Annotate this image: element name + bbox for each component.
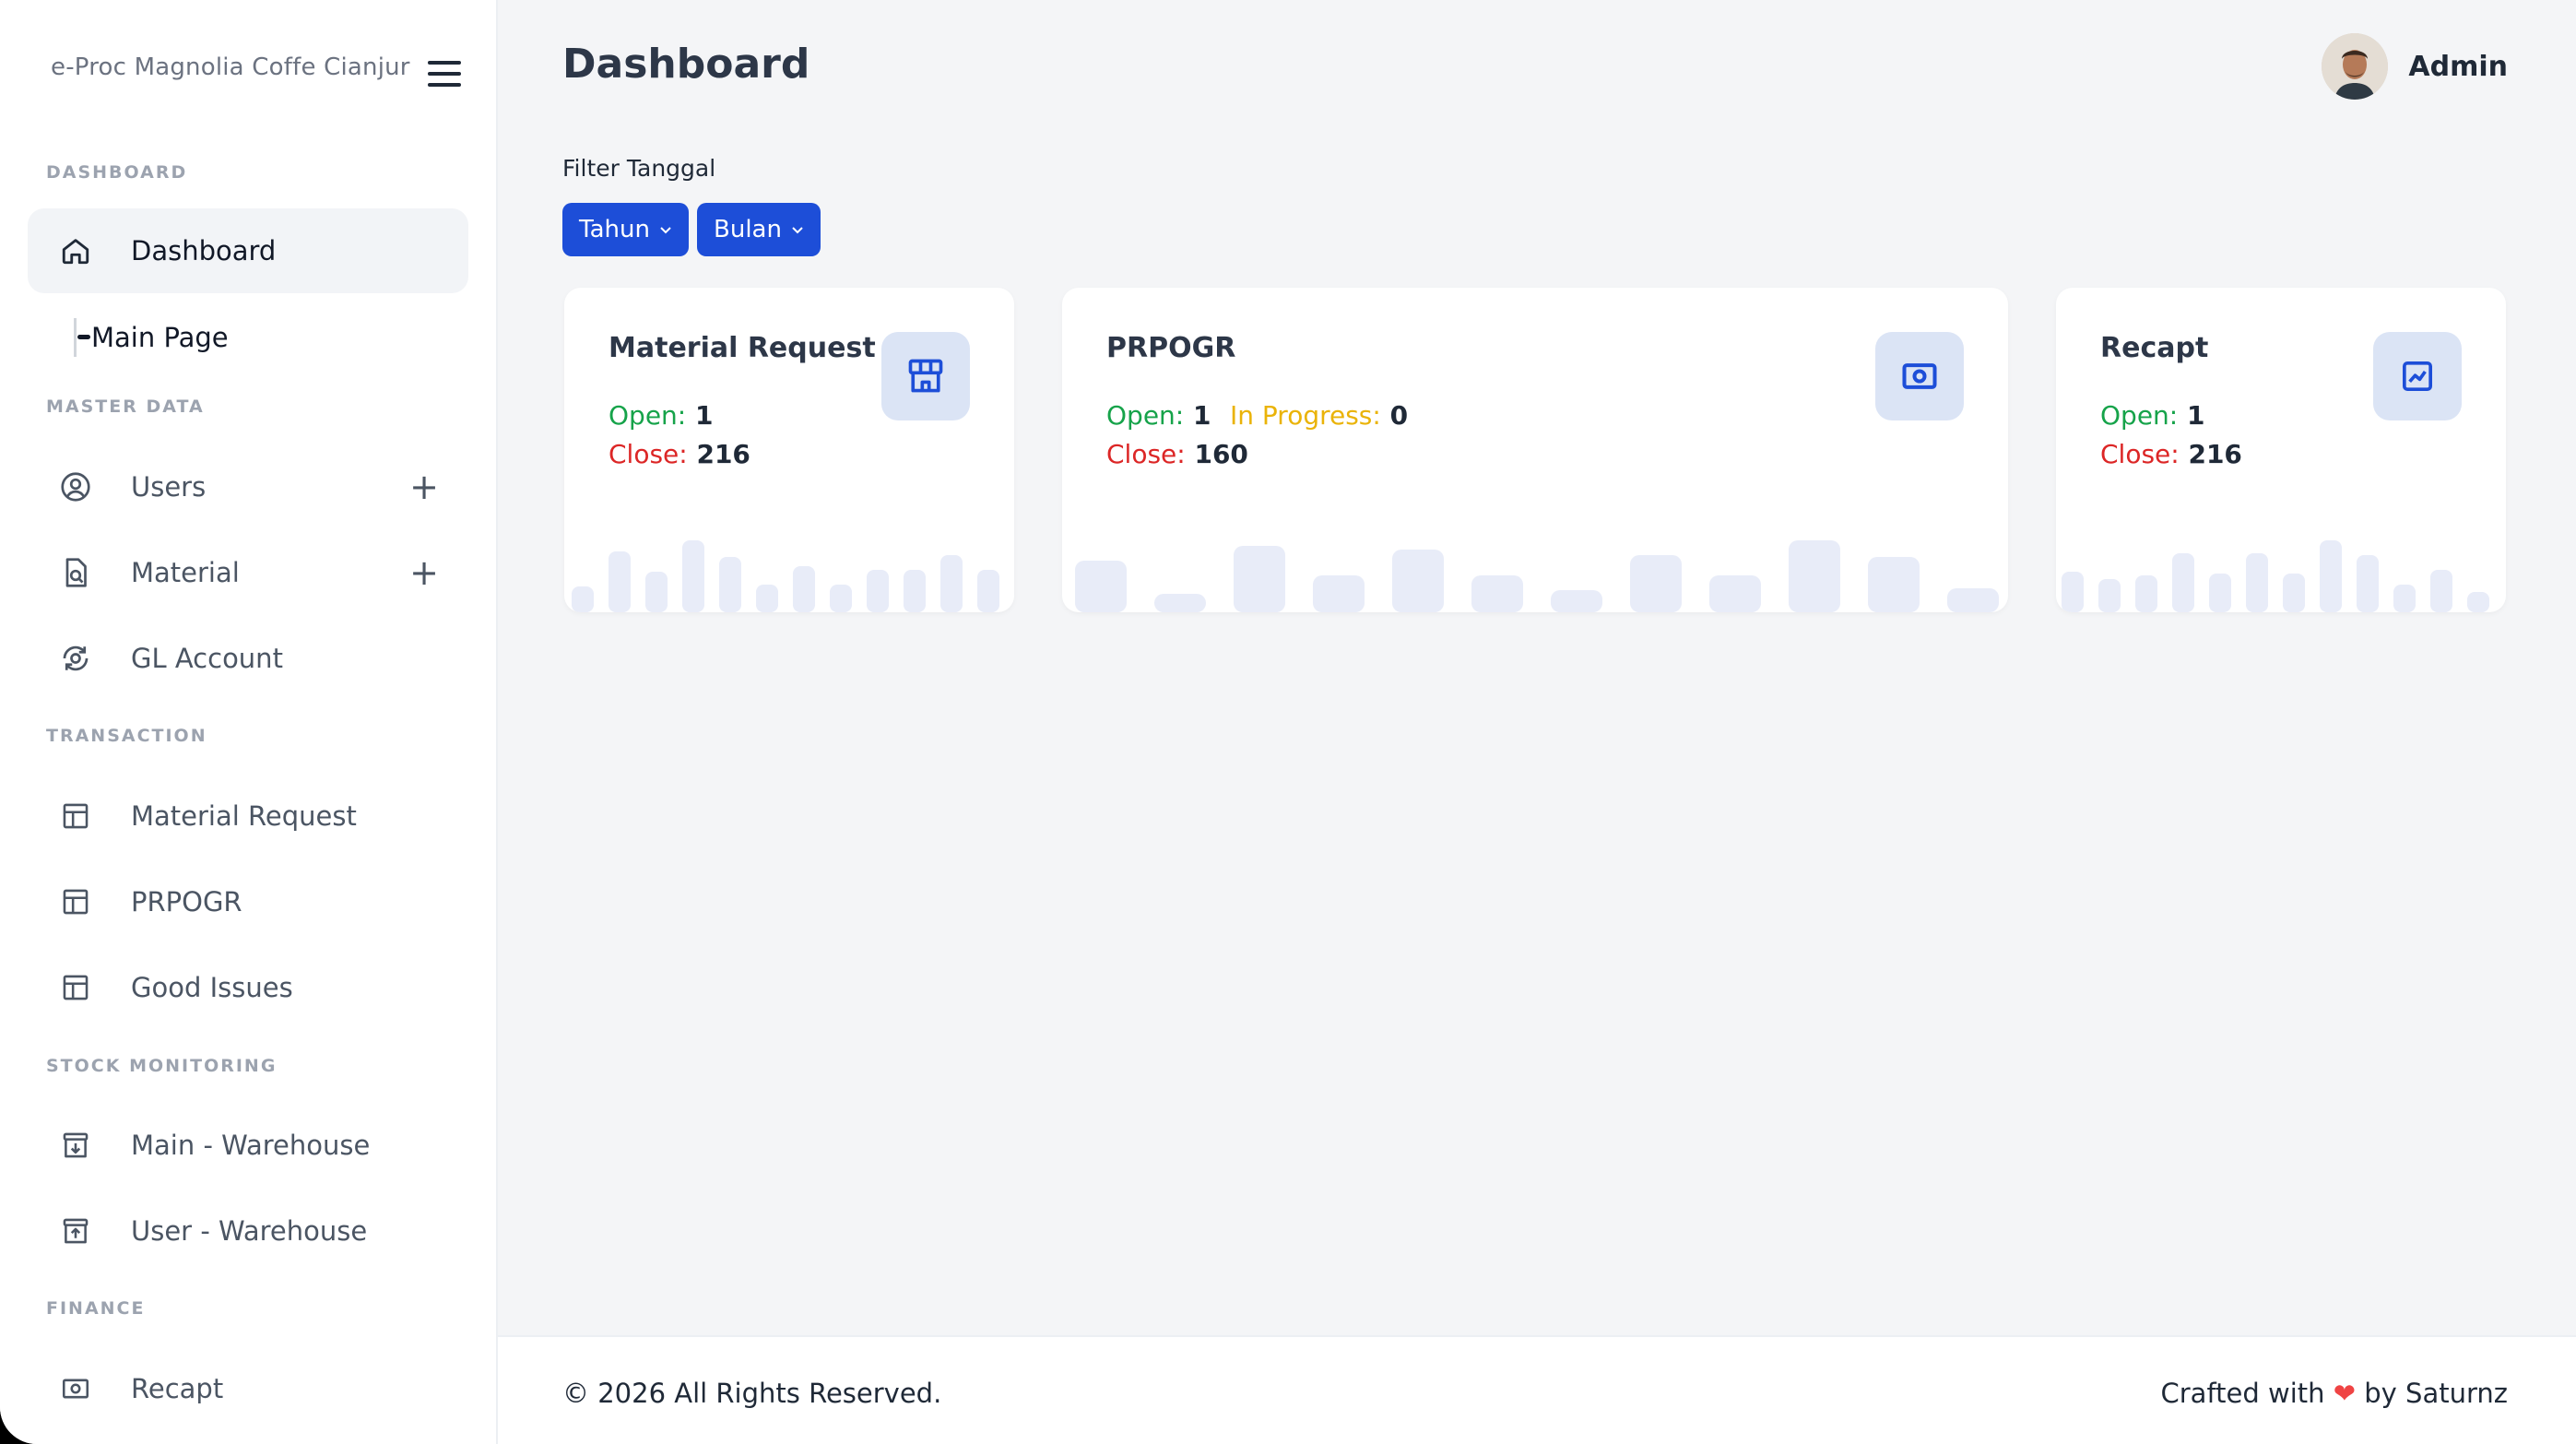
sidebar: e-Proc Magnolia Coffe Cianjur DASHBOARD … <box>0 0 498 1444</box>
stat-in-progress-label: In Progress: <box>1230 400 1381 431</box>
decorative-bars <box>564 520 1014 612</box>
sidebar-item-users[interactable]: Users + <box>28 444 468 529</box>
stat-open: Open: 1 <box>2100 400 2204 431</box>
page-title: Dashboard <box>562 41 810 88</box>
chevron-down-icon <box>791 220 804 240</box>
sidebar-item-material-request[interactable]: Material Request <box>28 774 468 858</box>
archive-up-icon <box>59 1214 92 1248</box>
sidebar-item-recapt[interactable]: Recapt <box>28 1346 468 1431</box>
sidebar-item-label: User - Warehouse <box>131 1215 368 1247</box>
sidebar-item-prpogr[interactable]: PRPOGR <box>28 859 468 944</box>
sidebar-item-label: Dashboard <box>131 235 277 266</box>
card-title: Recapt <box>2100 332 2209 364</box>
card-prpogr[interactable]: PRPOGR Open: 1 In Progress: 0 Close: 160 <box>1062 288 2008 612</box>
home-icon <box>59 234 92 267</box>
year-dropdown-label: Tahun <box>579 216 650 243</box>
store-icon <box>881 332 970 420</box>
sidebar-item-material[interactable]: Material + <box>28 530 468 615</box>
filter-label: Filter Tanggal <box>562 155 716 182</box>
app-frame: e-Proc Magnolia Coffe Cianjur DASHBOARD … <box>0 0 2576 1444</box>
stat-open: Open: 1 <box>1106 400 1211 431</box>
stat-close-value: 216 <box>696 439 750 469</box>
sidebar-item-label: Main - Warehouse <box>131 1130 371 1161</box>
crafted-by-text: Crafted with ❤ by Saturnz <box>2161 1378 2509 1409</box>
menu-toggle-icon[interactable] <box>428 61 461 87</box>
decorative-bars <box>1062 520 2008 612</box>
month-dropdown[interactable]: Bulan <box>697 203 821 256</box>
stat-close: Close: 216 <box>609 439 750 469</box>
stat-in-progress: In Progress: 0 <box>1230 400 1408 431</box>
sidebar-item-dashboard[interactable]: Dashboard <box>28 208 468 293</box>
sidebar-item-label: Recapt <box>131 1373 224 1404</box>
stat-close-value: 160 <box>1194 439 1248 469</box>
layout-icon <box>59 885 92 918</box>
crafted-suffix: by Saturnz <box>2364 1378 2508 1409</box>
month-dropdown-label: Bulan <box>714 216 782 243</box>
expand-plus-icon[interactable]: + <box>409 469 439 504</box>
subitem-marker <box>74 318 90 357</box>
stat-open-value: 1 <box>694 400 714 431</box>
archive-down-icon <box>59 1129 92 1162</box>
sidebar-item-gl-account[interactable]: GL Account <box>28 616 468 701</box>
year-dropdown[interactable]: Tahun <box>562 203 689 256</box>
section-label-master-data: MASTER DATA <box>46 397 205 417</box>
brand-name: e-Proc Magnolia Coffe Cianjur <box>51 53 410 81</box>
user-name: Admin <box>2408 50 2508 83</box>
sidebar-item-label: Main Page <box>91 322 229 353</box>
crafted-prefix: Crafted with <box>2160 1378 2325 1409</box>
stat-open-label: Open: <box>609 400 687 431</box>
sidebar-item-good-issues[interactable]: Good Issues <box>28 945 468 1030</box>
stat-close-label: Close: <box>609 439 688 469</box>
stat-close: Close: 216 <box>2100 439 2242 469</box>
footer: © 2026 All Rights Reserved. Crafted with… <box>498 1335 2576 1444</box>
card-recapt[interactable]: Recapt Open: 1 Close: 216 <box>2056 288 2506 612</box>
stat-close: Close: 160 <box>1106 439 1248 469</box>
copyright-text: © 2026 All Rights Reserved. <box>562 1378 942 1409</box>
file-search-icon <box>59 556 92 589</box>
card-title: Material Request <box>609 332 876 364</box>
chart-line-icon <box>2373 332 2462 420</box>
money-icon <box>1875 332 1964 420</box>
user-profile-menu[interactable]: Admin <box>2322 33 2508 100</box>
stat-in-progress-value: 0 <box>1389 400 1409 431</box>
card-title: PRPOGR <box>1106 332 1236 364</box>
sidebar-item-label: PRPOGR <box>131 886 242 917</box>
sidebar-item-label: Material Request <box>131 800 357 832</box>
stat-close-label: Close: <box>2100 439 2180 469</box>
sidebar-item-label: Users <box>131 471 207 503</box>
chevron-down-icon <box>659 220 672 240</box>
stat-open-value: 1 <box>2186 400 2205 431</box>
section-label-finance: FINANCE <box>46 1298 146 1319</box>
user-circle-icon <box>59 470 92 503</box>
section-label-stock-monitoring: STOCK MONITORING <box>46 1056 278 1076</box>
heart-icon: ❤ <box>2333 1378 2357 1409</box>
section-label-dashboard: DASHBOARD <box>46 162 188 183</box>
sidebar-item-label: Good Issues <box>131 972 293 1003</box>
stat-open: Open: 1 <box>609 400 713 431</box>
sidebar-item-label: GL Account <box>131 643 283 674</box>
avatar[interactable] <box>2322 33 2389 100</box>
sidebar-item-main-warehouse[interactable]: Main - Warehouse <box>28 1103 468 1188</box>
stat-open-label: Open: <box>1106 400 1185 431</box>
decorative-bars <box>2056 520 2506 612</box>
stat-close-label: Close: <box>1106 439 1186 469</box>
sidebar-subitem-main-page[interactable]: Main Page <box>74 312 229 363</box>
stat-open-value: 1 <box>1192 400 1211 431</box>
stat-close-value: 216 <box>2188 439 2242 469</box>
sidebar-item-label: Material <box>131 557 240 588</box>
sidebar-item-user-warehouse[interactable]: User - Warehouse <box>28 1189 468 1273</box>
layout-icon <box>59 799 92 833</box>
card-material-request[interactable]: Material Request Open: 1 Close: 216 <box>564 288 1014 612</box>
layout-icon <box>59 971 92 1004</box>
refresh-coin-icon <box>59 642 92 675</box>
stat-open-label: Open: <box>2100 400 2179 431</box>
section-label-transaction: TRANSACTION <box>46 726 207 746</box>
money-icon <box>59 1372 92 1405</box>
expand-plus-icon[interactable]: + <box>409 555 439 590</box>
